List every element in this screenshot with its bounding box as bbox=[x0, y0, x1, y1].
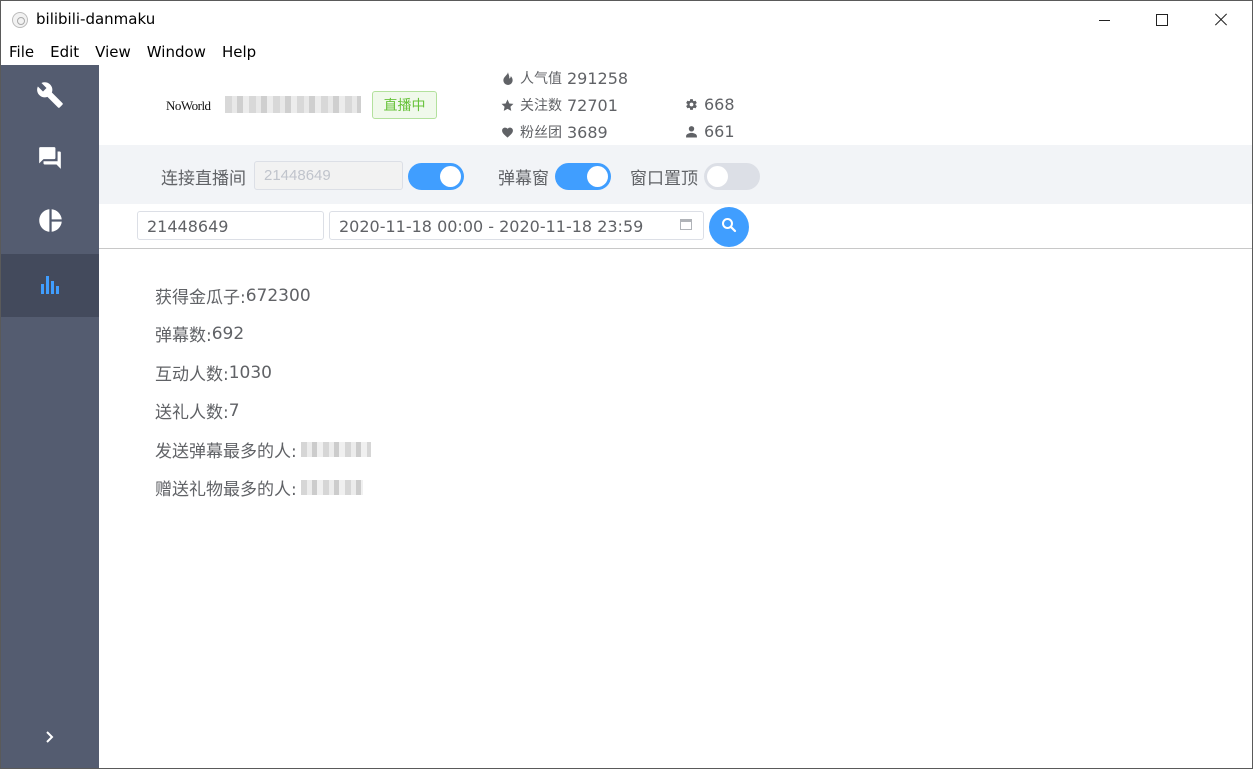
gift-users-value: 7 bbox=[228, 400, 240, 421]
gold-row: 获得金瓜子: 672300 bbox=[155, 283, 311, 309]
gear-stat: 668 bbox=[685, 95, 735, 114]
fan-club-stat: 粉丝团 3689 bbox=[501, 122, 608, 142]
minimize-button[interactable] bbox=[1075, 1, 1133, 39]
popularity-stat: 人气值 291258 bbox=[501, 68, 628, 88]
minimize-icon bbox=[1098, 19, 1110, 21]
top-danmaku-row: 发送弹幕最多的人: bbox=[155, 437, 371, 462]
live-status-badge: 直播中 bbox=[372, 91, 437, 119]
interact-row: 互动人数: 1030 bbox=[155, 360, 272, 386]
streamer-header: NoWorld 直播中 人气值 291258 关注数 72701 粉丝团 368… bbox=[99, 65, 1252, 145]
bar-chart-icon bbox=[38, 272, 62, 300]
followers-label: 关注数 bbox=[520, 98, 562, 114]
streamer-logo: NoWorld bbox=[166, 98, 211, 113]
app-icon bbox=[12, 12, 28, 28]
top-danmaku-label: 发送弹幕最多的人: bbox=[155, 442, 297, 462]
gear-value: 668 bbox=[704, 95, 735, 114]
room-id-input[interactable] bbox=[254, 161, 403, 190]
followers-value: 72701 bbox=[567, 95, 618, 115]
interact-value: 1030 bbox=[228, 362, 272, 383]
fan-club-value: 3689 bbox=[567, 122, 608, 142]
gold-value: 672300 bbox=[245, 285, 311, 306]
wrench-icon bbox=[36, 81, 64, 113]
user-value: 661 bbox=[704, 122, 735, 141]
top-gift-user-redacted bbox=[300, 480, 363, 495]
user-icon bbox=[685, 125, 698, 138]
gold-label: 获得金瓜子: bbox=[155, 288, 246, 308]
danmaku-window-toggle[interactable] bbox=[555, 163, 611, 190]
toggle-knob bbox=[440, 166, 461, 187]
fan-club-label: 粉丝团 bbox=[520, 125, 562, 141]
title-bar: bilibili-danmaku bbox=[1, 1, 1252, 39]
menu-window[interactable]: Window bbox=[139, 39, 214, 65]
connection-toolbar: 连接直播间 弹幕窗 窗口置顶 bbox=[99, 145, 1252, 204]
window-title: bilibili-danmaku bbox=[36, 10, 156, 28]
search-button[interactable] bbox=[709, 207, 749, 247]
query-room-input[interactable]: 21448649 bbox=[137, 211, 324, 240]
flame-icon bbox=[501, 71, 514, 85]
search-icon bbox=[721, 217, 737, 237]
followers-stat: 关注数 72701 bbox=[501, 95, 618, 115]
top-gift-row: 赠送礼物最多的人: bbox=[155, 475, 363, 500]
top-danmaku-user-redacted bbox=[300, 442, 371, 457]
popularity-label: 人气值 bbox=[520, 71, 562, 87]
gift-users-row: 送礼人数: 7 bbox=[155, 398, 240, 424]
streamer-name-redacted bbox=[225, 96, 361, 113]
always-on-top-label: 窗口置顶 bbox=[630, 169, 698, 189]
sidebar-item-settings[interactable] bbox=[1, 65, 99, 128]
close-icon bbox=[1214, 13, 1228, 27]
sidebar-item-overview[interactable] bbox=[1, 191, 99, 254]
sidebar-item-danmaku[interactable] bbox=[1, 128, 99, 191]
danmaku-count-label: 弹幕数: bbox=[155, 326, 212, 346]
close-button[interactable] bbox=[1192, 1, 1250, 39]
sidebar-item-statistics[interactable] bbox=[1, 254, 99, 317]
menu-edit[interactable]: Edit bbox=[42, 39, 87, 65]
date-range-value: 2020-11-18 00:00 - 2020-11-18 23:59 bbox=[339, 217, 644, 236]
toggle-knob bbox=[587, 166, 608, 187]
heart-icon bbox=[501, 126, 514, 139]
top-gift-label: 赠送礼物最多的人: bbox=[155, 480, 297, 500]
user-stat: 661 bbox=[685, 122, 735, 141]
connect-toggle[interactable] bbox=[408, 163, 464, 190]
chevron-right-icon bbox=[43, 729, 57, 748]
popularity-value: 291258 bbox=[567, 68, 629, 88]
toggle-knob bbox=[707, 166, 728, 187]
danmaku-count-row: 弹幕数: 692 bbox=[155, 321, 245, 347]
sidebar bbox=[1, 65, 99, 768]
connect-room-label: 连接直播间 bbox=[161, 169, 246, 189]
gift-users-label: 送礼人数: bbox=[155, 403, 229, 423]
sidebar-expand-button[interactable] bbox=[1, 715, 99, 761]
menu-help[interactable]: Help bbox=[214, 39, 264, 65]
danmaku-window-label: 弹幕窗 bbox=[498, 169, 549, 189]
menu-view[interactable]: View bbox=[87, 39, 139, 65]
maximize-button[interactable] bbox=[1133, 1, 1191, 39]
interact-label: 互动人数: bbox=[155, 365, 229, 385]
always-on-top-toggle[interactable] bbox=[704, 163, 760, 190]
calendar-icon bbox=[680, 219, 692, 230]
query-bar: 21448649 2020-11-18 00:00 - 2020-11-18 2… bbox=[99, 204, 1252, 249]
star-icon bbox=[501, 99, 514, 112]
maximize-icon bbox=[1156, 14, 1168, 26]
danmaku-count-value: 692 bbox=[211, 323, 245, 344]
menu-file[interactable]: File bbox=[1, 39, 42, 65]
pie-chart-icon bbox=[37, 207, 64, 238]
date-range-picker[interactable]: 2020-11-18 00:00 - 2020-11-18 23:59 bbox=[329, 211, 704, 240]
menu-bar: File Edit View Window Help bbox=[1, 39, 1252, 65]
chat-icon bbox=[37, 145, 63, 175]
gear-icon bbox=[685, 98, 698, 111]
app-window: bilibili-danmaku File Edit View Window H… bbox=[0, 0, 1253, 769]
